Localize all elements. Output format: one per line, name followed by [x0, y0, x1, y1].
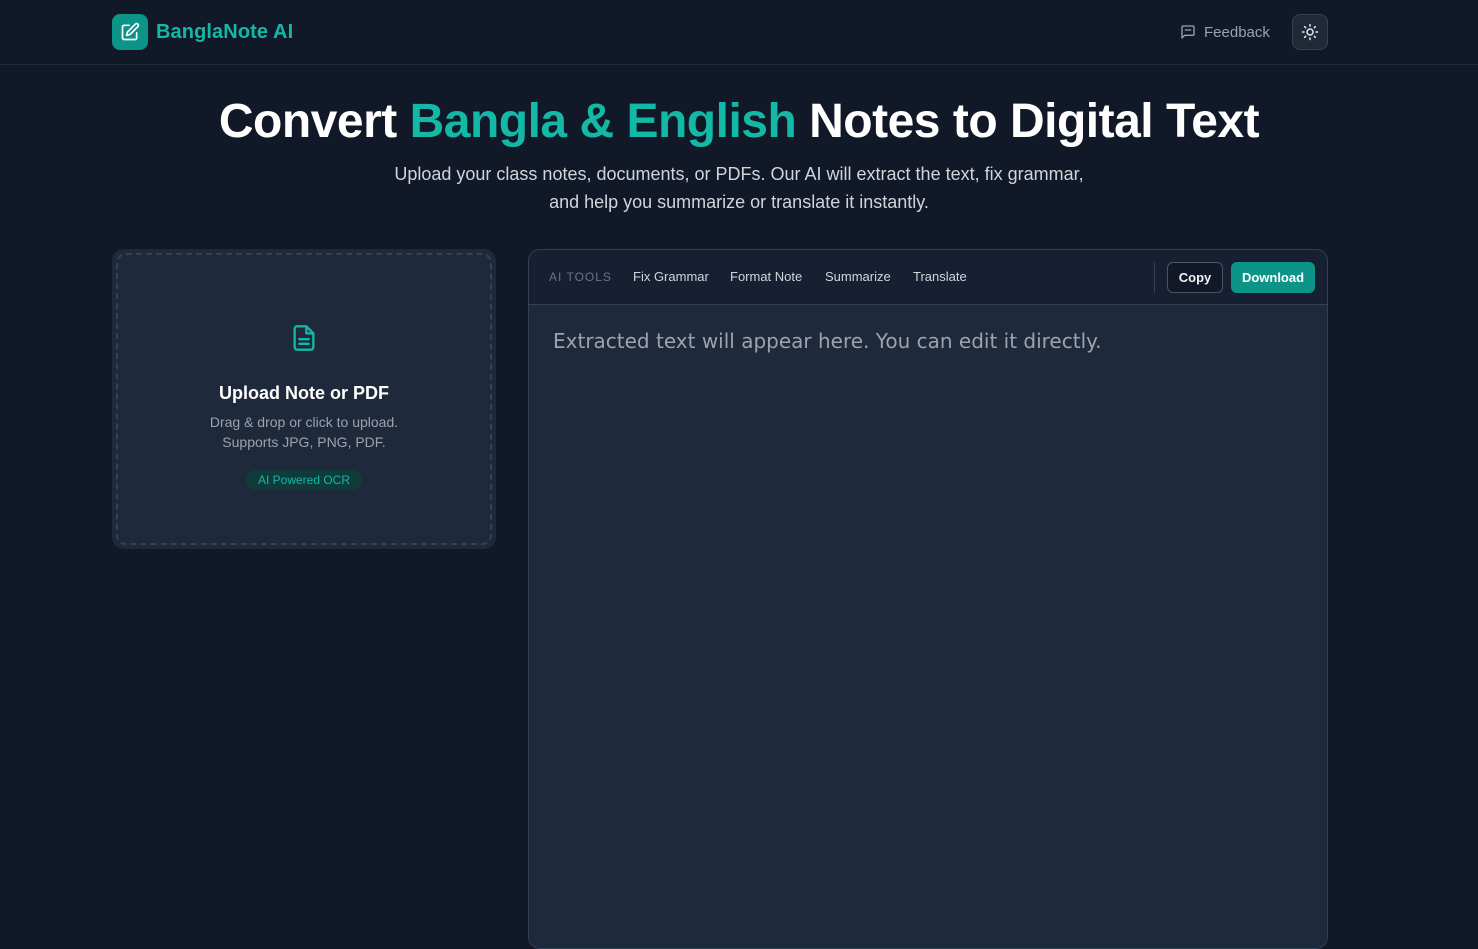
summarize-button[interactable]: Summarize — [825, 269, 891, 284]
ocr-badge: AI Powered OCR — [245, 470, 363, 490]
toolbar-divider — [1154, 262, 1155, 293]
editor-toolbar: AI TOOLS Fix Grammar Format Note Summari… — [529, 250, 1327, 305]
download-button[interactable]: Download — [1231, 262, 1315, 293]
page-title: Convert Bangla & English Notes to Digita… — [0, 92, 1478, 152]
format-note-button[interactable]: Format Note — [730, 269, 802, 284]
title-part-2: Notes to Digital Text — [796, 95, 1260, 148]
page-subtitle: Upload your class notes, documents, or P… — [394, 164, 1084, 212]
sun-icon — [1301, 23, 1319, 41]
feedback-button[interactable]: Feedback — [1180, 20, 1270, 44]
editor-panel: AI TOOLS Fix Grammar Format Note Summari… — [528, 249, 1328, 949]
brand[interactable]: BanglaNote AI — [112, 14, 293, 50]
upload-card: Upload Note or PDF Drag & drop or click … — [112, 249, 496, 549]
document-icon — [293, 325, 315, 351]
ai-tools-label: AI TOOLS — [549, 270, 612, 284]
translate-button[interactable]: Translate — [913, 269, 967, 284]
feedback-label: Feedback — [1204, 23, 1270, 41]
upload-dropzone[interactable]: Upload Note or PDF Drag & drop or click … — [116, 253, 492, 545]
extracted-text-editor[interactable] — [529, 305, 1327, 948]
message-icon — [1181, 25, 1195, 39]
upload-desc-line-2: Supports JPG, PNG, PDF. — [222, 434, 386, 450]
title-part-1: Convert — [218, 95, 410, 148]
top-navbar: BanglaNote AI Feedback — [0, 0, 1478, 65]
upload-title: Upload Note or PDF — [219, 383, 389, 403]
copy-button[interactable]: Copy — [1167, 262, 1223, 293]
edit-note-icon — [112, 14, 148, 50]
upload-description: Drag & drop or click to upload. Supports… — [210, 412, 398, 452]
fix-grammar-button[interactable]: Fix Grammar — [633, 269, 709, 284]
title-accent: Bangla & English — [409, 95, 797, 148]
brand-name: BanglaNote AI — [156, 20, 294, 43]
upload-desc-line-1: Drag & drop or click to upload. — [209, 414, 399, 430]
theme-toggle-button[interactable] — [1292, 14, 1328, 50]
